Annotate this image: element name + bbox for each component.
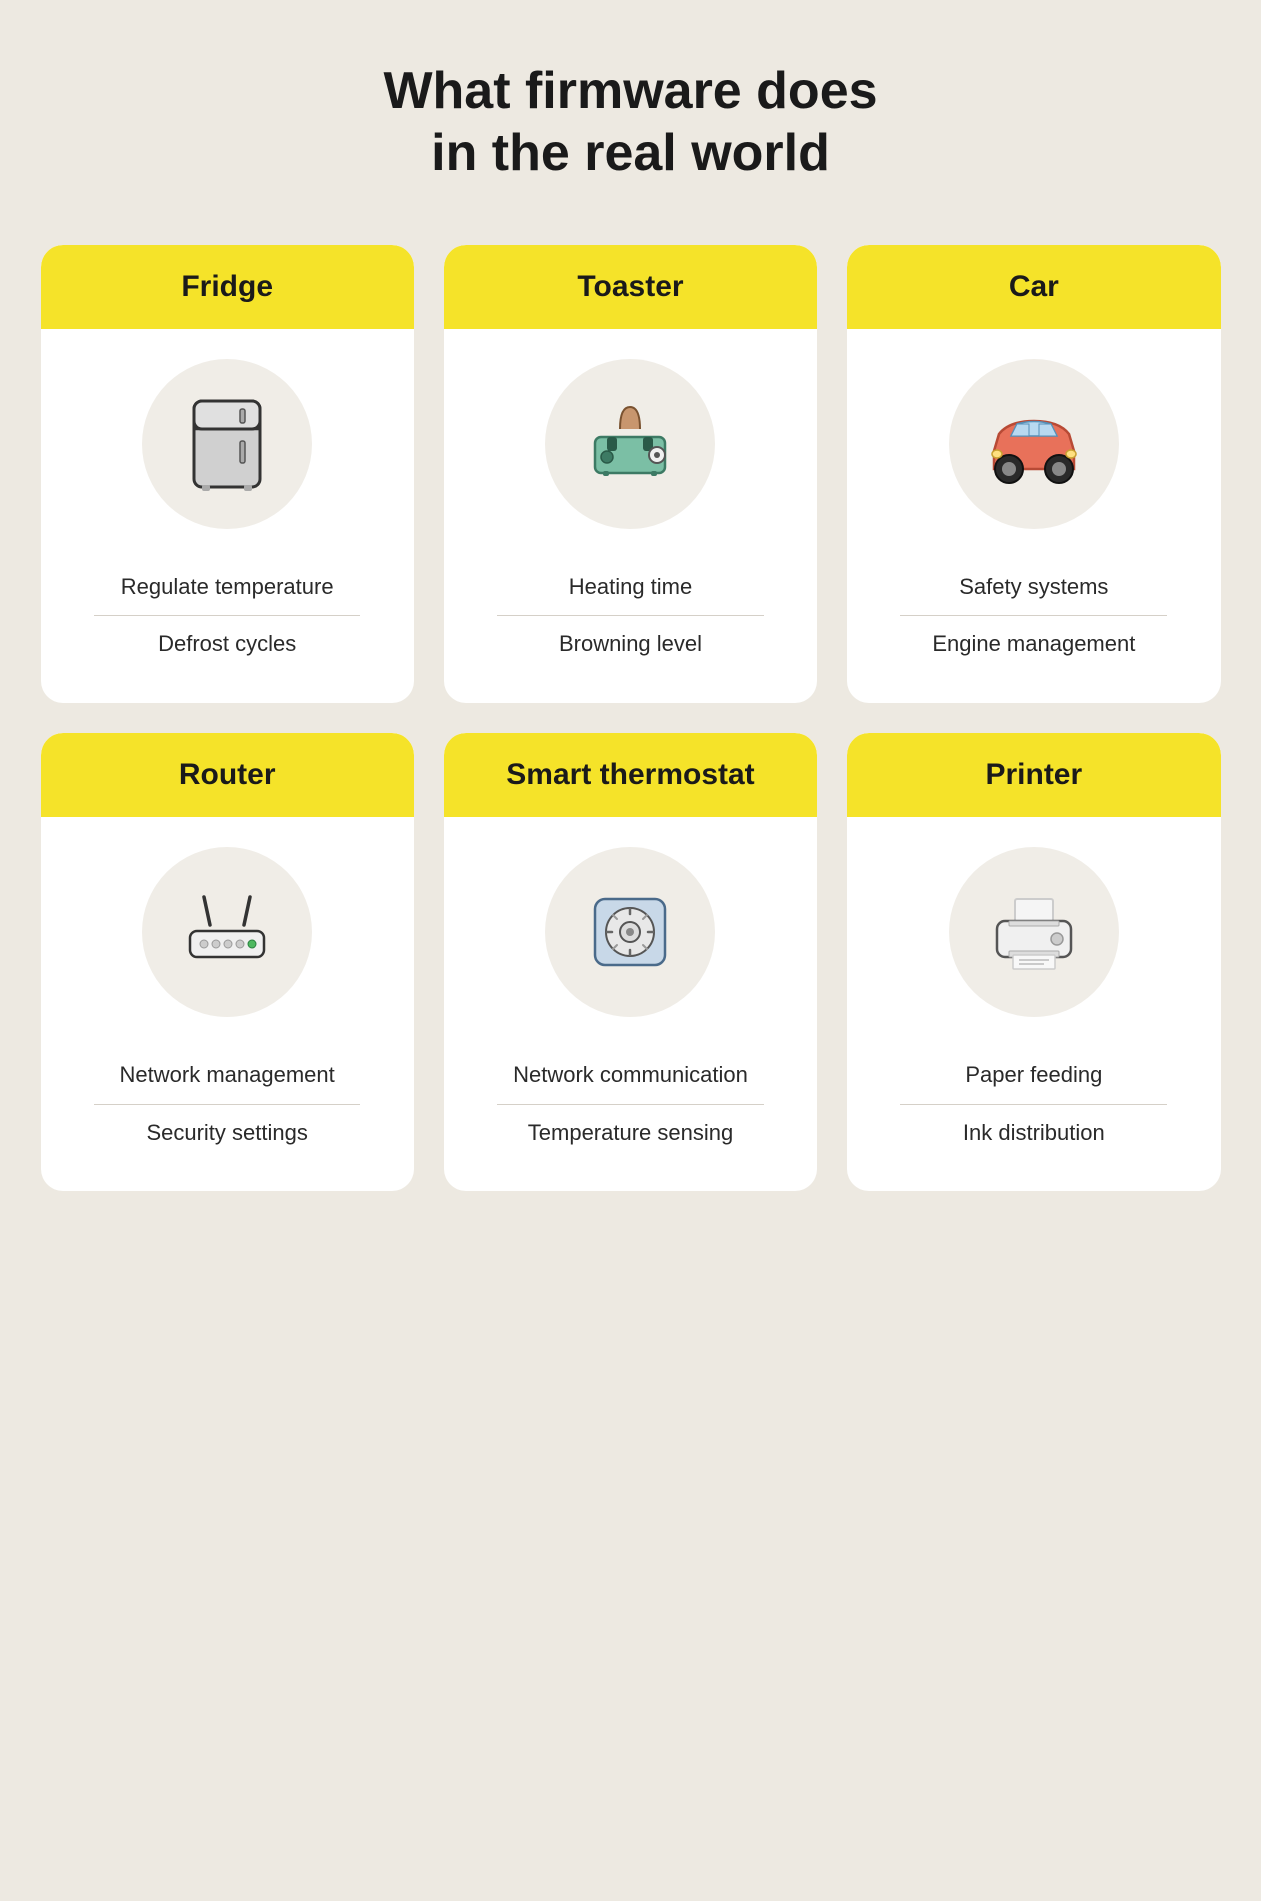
car-feature1: Safety systems <box>959 559 1108 616</box>
router-icon-circle <box>142 847 312 1017</box>
thermostat-feature1: Network communication <box>513 1047 748 1104</box>
card-car-header: Car <box>847 245 1220 329</box>
car-icon-circle <box>949 359 1119 529</box>
car-icon <box>979 389 1089 499</box>
card-thermostat-header: Smart thermostat <box>444 733 817 817</box>
printer-feature1: Paper feeding <box>965 1047 1102 1104</box>
card-thermostat-body: Network communication Temperature sensin… <box>444 817 817 1191</box>
thermostat-icon <box>575 877 685 987</box>
toaster-icon-circle <box>545 359 715 529</box>
toaster-icon <box>575 389 685 499</box>
card-toaster-body: Heating time Browning level <box>444 329 817 703</box>
card-fridge-title: Fridge <box>181 270 273 303</box>
thermostat-icon-circle <box>545 847 715 1017</box>
toaster-feature2: Browning level <box>559 616 702 673</box>
card-printer-body: Paper feeding Ink distribution <box>847 817 1220 1191</box>
card-fridge: Fridge Re <box>41 245 414 703</box>
printer-icon-circle <box>949 847 1119 1017</box>
card-thermostat: Smart thermostat <box>444 733 817 1191</box>
router-icon <box>172 877 282 987</box>
thermostat-feature2: Temperature sensing <box>528 1105 733 1162</box>
card-printer: Printer <box>847 733 1220 1191</box>
card-router-title: Router <box>179 758 276 791</box>
card-car-title: Car <box>1009 270 1059 303</box>
card-toaster-header: Toaster <box>444 245 817 329</box>
card-fridge-header: Fridge <box>41 245 414 329</box>
router-feature1: Network management <box>120 1047 335 1104</box>
fridge-feature1: Regulate temperature <box>121 559 334 616</box>
car-feature2: Engine management <box>932 616 1135 673</box>
printer-icon <box>979 877 1089 987</box>
fridge-icon <box>172 389 282 499</box>
page-title: What firmware does in the real world <box>383 60 877 185</box>
card-router-header: Router <box>41 733 414 817</box>
card-fridge-body: Regulate temperature Defrost cycles <box>41 329 414 703</box>
toaster-feature1: Heating time <box>569 559 693 616</box>
router-feature2: Security settings <box>146 1105 307 1162</box>
card-thermostat-title: Smart thermostat <box>506 758 754 791</box>
fridge-feature2: Defrost cycles <box>158 616 296 673</box>
card-printer-title: Printer <box>985 758 1082 791</box>
card-toaster-title: Toaster <box>577 270 683 303</box>
card-router-body: Network management Security settings <box>41 817 414 1191</box>
card-car: Car <box>847 245 1220 703</box>
card-router: Router Network management <box>41 733 414 1191</box>
fridge-icon-circle <box>142 359 312 529</box>
cards-grid: Fridge Re <box>41 245 1221 1191</box>
card-printer-header: Printer <box>847 733 1220 817</box>
printer-feature2: Ink distribution <box>963 1105 1105 1162</box>
card-car-body: Safety systems Engine management <box>847 329 1220 703</box>
card-toaster: Toaster <box>444 245 817 703</box>
